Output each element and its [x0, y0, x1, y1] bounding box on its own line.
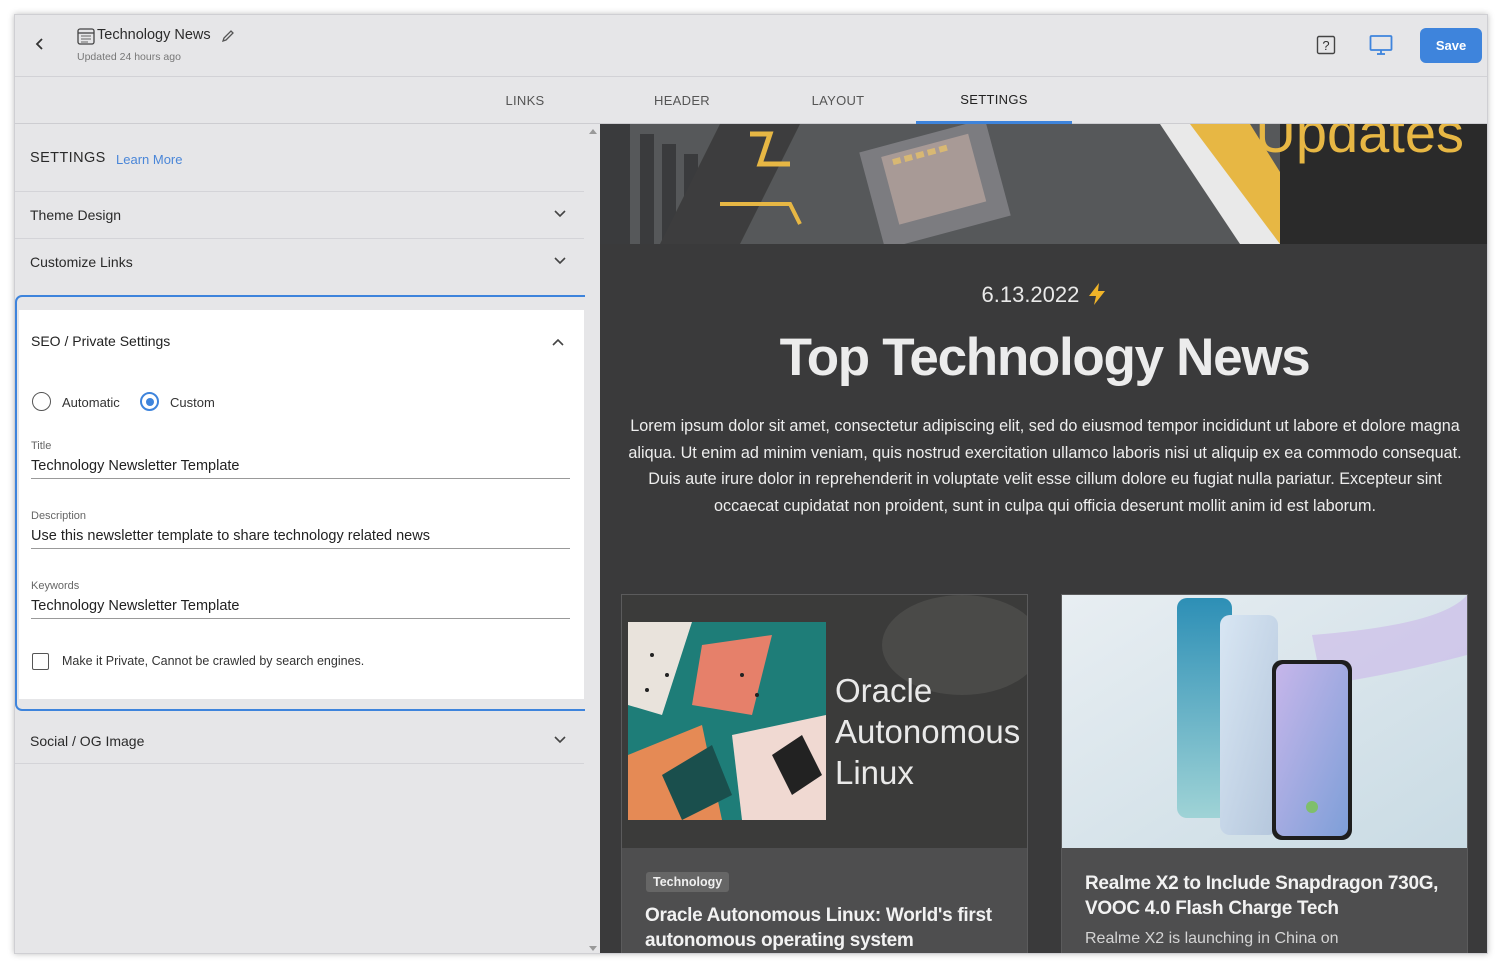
panel-scrollbar[interactable]	[585, 124, 600, 953]
chevron-left-icon	[35, 38, 43, 50]
help-icon[interactable]: ?	[1316, 35, 1336, 55]
keywords-field[interactable]	[31, 593, 570, 619]
updated-timestamp: Updated 24 hours ago	[77, 51, 181, 63]
section-label: Social / OG Image	[30, 733, 145, 749]
caption-line: Autonomous	[835, 713, 1021, 750]
chevron-down-icon	[554, 210, 566, 218]
keywords-field-label: Keywords	[31, 580, 80, 592]
section-label: Customize Links	[30, 254, 133, 270]
article-title: Oracle Autonomous Linux: World's first a…	[645, 905, 992, 951]
section-social-og-image[interactable]: Social / OG Image	[15, 718, 584, 764]
scroll-down-icon[interactable]	[589, 946, 597, 952]
article-card[interactable]: Realme X2 to Include Snapdragon 730G, VO…	[1061, 594, 1468, 953]
title-field[interactable]	[31, 453, 570, 479]
radio-custom[interactable]	[140, 392, 159, 411]
description-field-label: Description	[31, 510, 87, 522]
article-image-caption: Oracle Autonomous Linux	[835, 670, 1020, 793]
document-title: Technology News	[97, 27, 211, 43]
chevron-down-icon	[554, 257, 566, 265]
hero-image: Updates	[600, 124, 1487, 244]
radio-automatic[interactable]	[32, 392, 51, 411]
phone-image	[1062, 595, 1467, 848]
chevron-up-icon[interactable]	[552, 338, 564, 346]
section-theme-design[interactable]: Theme Design	[15, 191, 584, 237]
private-checkbox-label: Make it Private, Cannot be crawled by se…	[62, 654, 365, 668]
issue-date: 6.13.2022	[600, 282, 1487, 308]
newsletter-headline: Top Technology News	[779, 328, 1311, 387]
back-button[interactable]	[29, 33, 51, 55]
tab-header[interactable]: HEADER	[604, 77, 760, 124]
article-card[interactable]: Oracle Autonomous Linux Technology Oracl…	[621, 594, 1028, 953]
pencil-icon[interactable]	[221, 29, 235, 43]
save-button[interactable]: Save	[1420, 28, 1482, 63]
scroll-up-icon[interactable]	[589, 128, 597, 134]
tab-bar: LINKS HEADER LAYOUT SETTINGS	[15, 77, 1487, 124]
section-customize-links[interactable]: Customize Links	[15, 238, 584, 284]
article-summary: Realme X2 is launching in China on	[1085, 930, 1339, 947]
radio-custom-label: Custom	[170, 395, 215, 410]
article-image: Oracle Autonomous Linux	[622, 595, 1027, 848]
article-image	[1062, 595, 1467, 848]
newsletter-icon	[77, 28, 95, 45]
private-checkbox[interactable]	[32, 653, 49, 670]
app-window: Technology News Updated 24 hours ago ? S…	[14, 14, 1488, 954]
chevron-down-icon	[554, 736, 566, 744]
description-field[interactable]	[31, 523, 570, 549]
radio-automatic-label: Automatic	[62, 395, 120, 410]
settings-panel: SETTINGS Learn More Theme Design Customi…	[15, 124, 600, 953]
tab-settings[interactable]: SETTINGS	[916, 77, 1072, 124]
lightning-icon	[1088, 283, 1105, 305]
issue-date-text: 6.13.2022	[981, 282, 1080, 307]
title-field-label: Title	[31, 440, 52, 452]
caption-line: Linux	[835, 754, 914, 791]
article-title: Realme X2 to Include Snapdragon 730G, VO…	[1085, 873, 1439, 919]
seo-settings-section: SEO / Private Settings Automatic Custom …	[15, 295, 600, 711]
tab-layout[interactable]: LAYOUT	[760, 77, 916, 124]
section-label: Theme Design	[30, 207, 122, 223]
hero-heading: Updates	[1255, 124, 1464, 164]
category-badge: Technology	[646, 872, 730, 892]
newsletter-preview: Updates 6.13.2022 Top Technology News Lo…	[600, 124, 1487, 953]
settings-heading: SETTINGS	[30, 150, 106, 166]
tab-links[interactable]: LINKS	[447, 77, 603, 124]
svg-text:?: ?	[1322, 38, 1329, 53]
desktop-preview-icon[interactable]	[1369, 34, 1393, 56]
top-bar: Technology News Updated 24 hours ago ? S…	[15, 15, 1487, 77]
intro-paragraph: Lorem ipsum dolor sit amet, consectetur …	[628, 417, 1462, 515]
caption-line: Oracle	[835, 672, 933, 709]
section-label: SEO / Private Settings	[31, 333, 171, 349]
seo-settings-body: SEO / Private Settings Automatic Custom …	[19, 310, 584, 699]
learn-more-link[interactable]: Learn More	[116, 152, 182, 167]
